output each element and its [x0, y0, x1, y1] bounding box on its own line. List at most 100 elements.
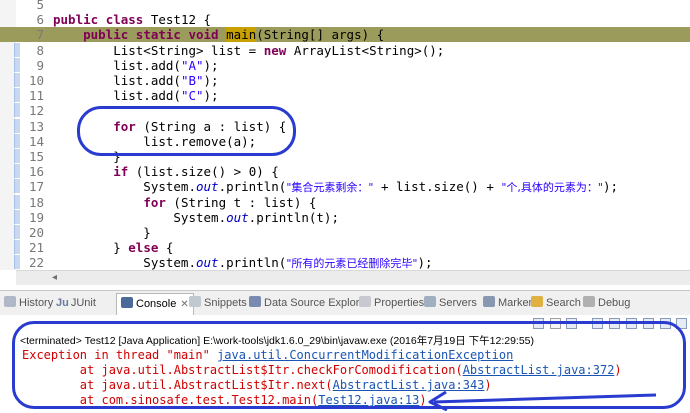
code-line[interactable]: 6 public class Test12 { [0, 12, 690, 27]
tab-snippets[interactable]: Snippets [189, 294, 247, 312]
code-line[interactable]: 20 } [0, 225, 690, 240]
code-token: List<String> list = [53, 42, 264, 58]
for-loop-annotation-circle [77, 106, 296, 156]
code-text: list.add("C"); [53, 88, 219, 104]
line-number: 16 [28, 164, 44, 180]
line-number: 20 [28, 225, 44, 240]
tab-data-source-explorer[interactable]: Data Source Explorer [249, 294, 369, 312]
tab-properties[interactable]: Properties [359, 294, 424, 312]
code-token: "B" [180, 73, 204, 88]
code-token: "C" [180, 88, 204, 104]
code-text: list.add("B"); [53, 73, 218, 88]
code-token: { [158, 240, 174, 256]
code-token: (list.size() > 0) { [128, 164, 279, 180]
code-token: public [53, 12, 99, 28]
code-token: out [226, 209, 249, 225]
line-number: 15 [28, 149, 44, 164]
tab-servers[interactable]: Servers [424, 294, 477, 312]
code-token: else [128, 240, 159, 256]
code-token: class [105, 12, 144, 28]
code-token: void [188, 27, 219, 43]
tab-label: Servers [439, 297, 477, 309]
code-line[interactable]: 16 if (list.size() > 0) { [0, 164, 690, 179]
code-line[interactable]: 11 list.add("C"); [0, 88, 690, 103]
code-token: "集合元素剩余：" [286, 181, 374, 195]
code-token: out [196, 255, 219, 271]
code-text: public static void main(String[] args) { [53, 27, 384, 43]
code-text: List<String> list = new ArrayList<String… [53, 43, 444, 58]
line-number: 14 [28, 133, 44, 149]
code-token: ); [417, 255, 433, 271]
code-token: } [53, 225, 151, 240]
code-line[interactable]: 5 [0, 0, 690, 12]
line-number: 17 [28, 179, 44, 195]
code-token: out [196, 179, 219, 195]
tab-icon [249, 296, 261, 307]
code-token: ArrayList<String>(); [286, 42, 445, 58]
tab-console[interactable]: Console ✕ [116, 293, 194, 315]
code-line[interactable]: 10 list.add("B"); [0, 73, 690, 88]
line-number: 9 [36, 57, 44, 73]
tab-markers[interactable]: Markers [483, 294, 538, 312]
tab-label: Debug [598, 297, 631, 309]
tab-debug[interactable]: Debug [583, 294, 630, 312]
code-line[interactable]: 8 List<String> list = new ArrayList<Stri… [0, 43, 690, 58]
code-line[interactable]: 22 System.out.println("所有的元素已经删除完毕"); [0, 255, 690, 270]
horizontal-scrollbar[interactable]: ◂ [16, 270, 690, 285]
code-token: new [263, 42, 287, 58]
tab-icon [121, 297, 133, 308]
line-number: 19 [28, 209, 44, 225]
code-token: ); [203, 57, 219, 73]
tab-search[interactable]: Search [531, 294, 581, 312]
code-text: if (list.size() > 0) { [53, 164, 279, 179]
code-text: } else { [53, 240, 173, 255]
code-token: + list.size() + [373, 179, 502, 195]
code-line[interactable]: 9 list.add("A"); [0, 58, 690, 73]
tab-icon [189, 296, 201, 307]
close-icon[interactable]: ✕ [180, 299, 188, 310]
line-number: 5 [36, 0, 44, 12]
tab-icon [483, 296, 495, 307]
code-token: "个,具体的元素为：" [501, 181, 603, 195]
tab-label: Console [136, 298, 177, 310]
annotation-arrow-icon [428, 390, 657, 411]
tab-junit[interactable]: Ju JUnit [56, 294, 96, 312]
code-text: System.out.println(t); [53, 210, 339, 225]
code-token: ); [203, 88, 219, 104]
line-number: 10 [28, 73, 44, 88]
code-line[interactable]: 17 System.out.println("集合元素剩余：" + list.s… [0, 179, 690, 194]
line-number: 18 [28, 194, 44, 210]
code-token: main [226, 27, 257, 43]
code-text: } [53, 225, 151, 240]
code-token: System. [53, 179, 196, 195]
tab-history[interactable]: History [4, 294, 53, 312]
line-number: 13 [28, 118, 44, 134]
code-token: ); [603, 179, 619, 195]
tab-label: Properties [374, 297, 425, 309]
tab-icon [424, 296, 436, 307]
code-token: list.add( [53, 57, 181, 73]
code-line[interactable]: 7 public static void main(String[] args)… [0, 27, 690, 43]
line-number: 8 [36, 42, 44, 58]
code-line[interactable]: 18 for (String t : list) { [0, 195, 690, 210]
scroll-left-arrow-icon[interactable]: ◂ [52, 272, 57, 283]
code-token: System. [53, 209, 227, 225]
code-line[interactable]: 19 System.out.println(t); [0, 210, 690, 225]
tab-label: Snippets [204, 297, 247, 309]
tab-icon [359, 296, 371, 307]
line-number: 22 [28, 255, 44, 271]
code-token: System. [53, 255, 196, 271]
line-number: 6 [36, 12, 44, 28]
code-text: list.add("A"); [53, 57, 219, 73]
code-token: public [83, 27, 129, 43]
tab-icon [583, 296, 595, 307]
code-editor[interactable]: 5 6 public class Test12 {7 public static v… [0, 0, 690, 290]
tab-label: History [19, 297, 54, 309]
code-line[interactable]: 21 } else { [0, 240, 690, 255]
code-token: "A" [180, 57, 204, 73]
tab-label: JUnit [70, 297, 96, 309]
code-text: System.out.println("集合元素剩余：" + list.size… [53, 179, 618, 195]
